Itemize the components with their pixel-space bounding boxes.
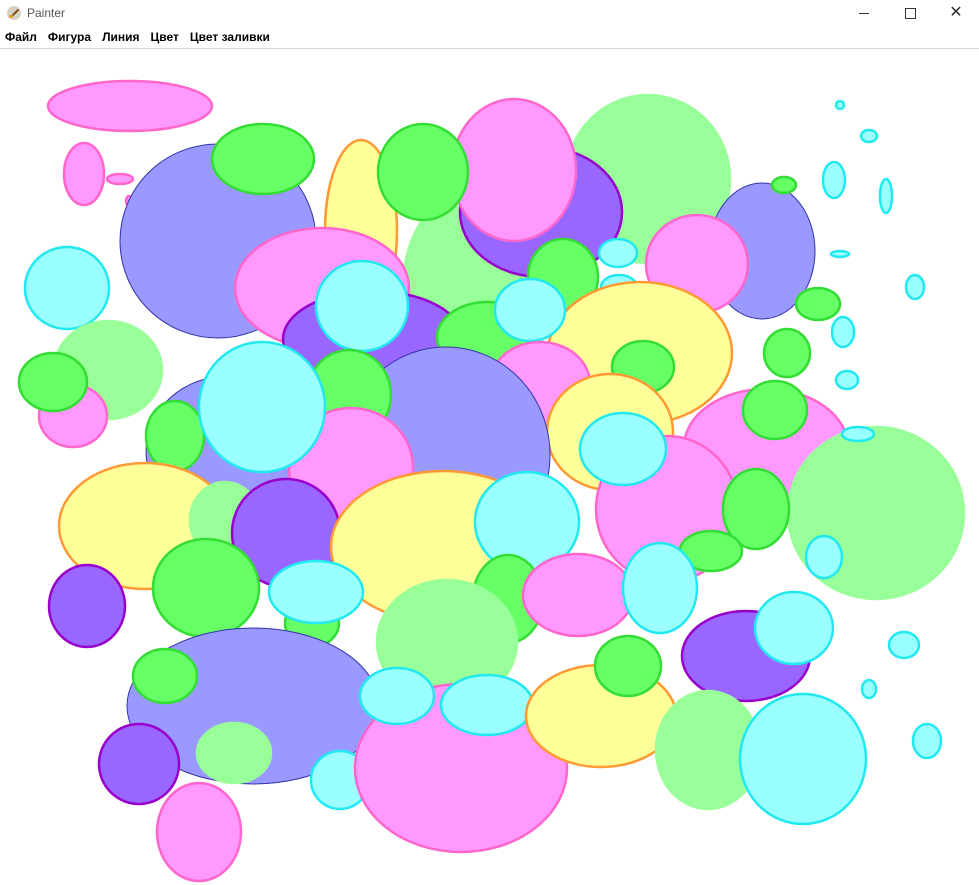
cyan-ellipse-26 xyxy=(23,245,111,331)
pink-ellipse-2 xyxy=(62,141,106,207)
cyan-ellipse-42 xyxy=(834,369,860,391)
title-bar: Painter ✕ xyxy=(0,0,979,26)
green-ellipse-51 xyxy=(741,379,809,441)
window-title: Painter xyxy=(27,6,66,20)
green-ellipse-40 xyxy=(762,327,812,379)
maximize-icon xyxy=(904,7,916,19)
cyan-ellipse-79 xyxy=(358,666,436,726)
pink-ellipse-13 xyxy=(450,97,578,243)
minimize-icon xyxy=(859,12,869,14)
menu-file[interactable]: Файл xyxy=(0,26,43,48)
menu-shape[interactable]: Фигура xyxy=(43,26,97,48)
shapes-layer xyxy=(17,79,966,883)
close-button[interactable]: ✕ xyxy=(933,0,979,26)
cyan-ellipse-36 xyxy=(493,277,567,343)
cyan-ellipse-53 xyxy=(578,411,668,487)
pink-ellipse-3 xyxy=(105,172,135,186)
green-ellipse-9 xyxy=(210,122,316,196)
cyan-ellipse-25 xyxy=(904,273,926,301)
cyan-ellipse-41 xyxy=(830,315,856,349)
cyan-ellipse-21 xyxy=(859,128,879,144)
cyan-ellipse-20 xyxy=(834,99,846,111)
window-controls: ✕ xyxy=(841,0,979,26)
drawing-canvas[interactable] xyxy=(0,49,979,885)
menu-color[interactable]: Цвет xyxy=(146,26,185,48)
purple-ellipse-76 xyxy=(97,722,181,806)
cyan-ellipse-88 xyxy=(887,630,921,660)
menu-bar: Файл Фигура Линия Цвет Цвет заливки xyxy=(0,26,979,49)
pink-ellipse-63 xyxy=(521,552,635,638)
cyan-ellipse-30 xyxy=(597,237,639,269)
cyan-ellipse-55 xyxy=(840,425,876,443)
green-ellipse-19 xyxy=(770,175,798,195)
cyan-ellipse-71 xyxy=(267,559,365,625)
green-ellipse-14 xyxy=(376,122,470,222)
menu-line[interactable]: Линия xyxy=(97,26,145,48)
green-ellipse-74 xyxy=(131,647,199,705)
cyan-ellipse-22 xyxy=(821,160,847,200)
paint-brush-icon xyxy=(7,6,21,20)
cyan-ellipse-89 xyxy=(860,678,878,700)
cyan-ellipse-24 xyxy=(829,249,851,259)
cyan-ellipse-33 xyxy=(314,259,410,353)
cyan-ellipse-80 xyxy=(439,673,535,737)
cyan-ellipse-86 xyxy=(738,692,868,826)
green-ellipse-39 xyxy=(794,286,842,322)
maximize-button[interactable] xyxy=(887,0,933,26)
pink-ellipse-87 xyxy=(155,781,243,883)
close-icon: ✕ xyxy=(949,4,963,21)
cyan-ellipse-49 xyxy=(197,340,327,474)
green-ellipse-82 xyxy=(593,634,663,698)
green-ellipse-29 xyxy=(17,351,89,413)
lgreen-ellipse-75 xyxy=(195,721,273,785)
green-ellipse-46 xyxy=(144,399,206,473)
pink-ellipse-1 xyxy=(46,79,214,133)
cyan-ellipse-90 xyxy=(911,722,943,760)
minimize-button[interactable] xyxy=(841,0,887,26)
green-ellipse-69 xyxy=(151,537,261,639)
cyan-ellipse-67 xyxy=(804,534,844,580)
purple-ellipse-68 xyxy=(47,563,127,649)
cyan-ellipse-66 xyxy=(621,541,699,635)
menu-fill-color[interactable]: Цвет заливки xyxy=(185,26,276,48)
cyan-ellipse-84 xyxy=(753,590,835,666)
cyan-ellipse-23 xyxy=(878,177,894,215)
